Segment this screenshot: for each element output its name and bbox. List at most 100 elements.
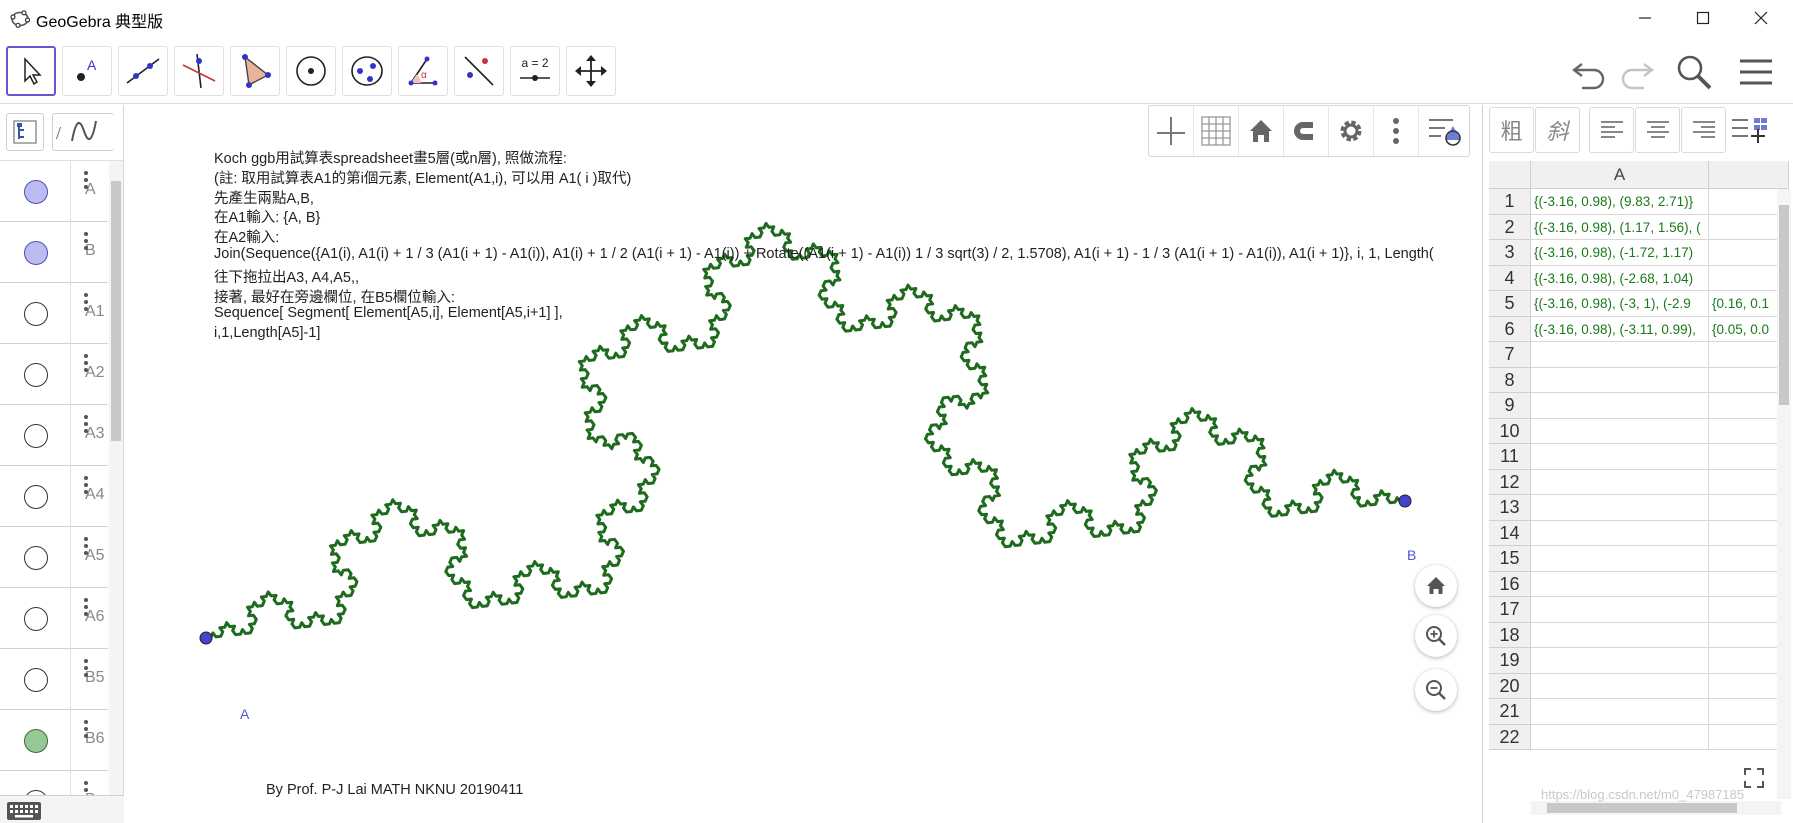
visibility-toggle[interactable] [24, 241, 48, 265]
algebra-item[interactable]: B6 [0, 710, 108, 771]
keyboard-icon[interactable] [6, 800, 42, 822]
cell-a[interactable]: {(-3.16, 0.98), (9.83, 2.71)} [1531, 189, 1709, 215]
italic-button[interactable]: 斜 [1535, 107, 1580, 153]
item-menu-icon[interactable] [84, 476, 90, 500]
algebra-sort-button[interactable] [6, 113, 44, 151]
row-header[interactable]: 10 [1489, 418, 1531, 444]
cell-a[interactable] [1531, 546, 1709, 572]
home-view-button[interactable] [1415, 565, 1457, 607]
redo-button[interactable] [1614, 50, 1658, 94]
align-center-button[interactable] [1635, 107, 1680, 153]
graphics-settings-button[interactable] [1329, 106, 1374, 156]
minimize-button[interactable] [1617, 0, 1673, 36]
point-tool[interactable]: A [62, 46, 112, 96]
row-header[interactable]: 14 [1489, 520, 1531, 546]
algebra-item[interactable]: B [0, 222, 108, 283]
ellipse-tool[interactable] [342, 46, 392, 96]
spreadsheet-perspective-button[interactable] [1727, 107, 1772, 153]
cell-a[interactable] [1531, 673, 1709, 699]
item-menu-icon[interactable] [84, 720, 90, 744]
bold-button[interactable]: 粗 [1489, 107, 1534, 153]
item-menu-icon[interactable] [84, 598, 90, 622]
row-header[interactable]: 1 [1489, 189, 1531, 215]
algebra-item[interactable]: A1 [0, 283, 108, 344]
visibility-toggle[interactable] [24, 180, 48, 204]
toggle-grid-button[interactable] [1194, 106, 1239, 156]
algebra-item[interactable]: A4 [0, 466, 108, 527]
point-b[interactable] [1398, 494, 1412, 508]
row-header[interactable]: 19 [1489, 648, 1531, 674]
circle-center-tool[interactable] [286, 46, 336, 96]
cell-a[interactable]: {(-3.16, 0.98), (-3, 1), (-2.9 [1531, 291, 1709, 317]
corner-header[interactable] [1489, 161, 1531, 189]
point-a[interactable] [199, 631, 213, 645]
row-header[interactable]: 17 [1489, 597, 1531, 623]
row-header[interactable]: 4 [1489, 265, 1531, 291]
zoom-in-button[interactable] [1415, 615, 1457, 657]
cell-a[interactable] [1531, 520, 1709, 546]
cell-a[interactable] [1531, 342, 1709, 368]
row-header[interactable]: 13 [1489, 495, 1531, 521]
standard-view-button[interactable] [1239, 106, 1284, 156]
row-header[interactable]: 8 [1489, 367, 1531, 393]
cell-a[interactable] [1531, 418, 1709, 444]
algebra-item[interactable]: A3 [0, 405, 108, 466]
spreadsheet-horizontal-scrollbar[interactable] [1531, 801, 1781, 815]
cell-a[interactable]: {(-3.16, 0.98), (-2.68, 1.04) [1531, 265, 1709, 291]
visibility-toggle[interactable] [24, 302, 48, 326]
item-menu-icon[interactable] [84, 354, 90, 378]
align-right-button[interactable] [1681, 107, 1726, 153]
align-left-button[interactable] [1589, 107, 1634, 153]
reflect-tool[interactable] [454, 46, 504, 96]
line-tool[interactable] [118, 46, 168, 96]
koch-curve-canvas[interactable] [125, 105, 1482, 823]
spreadsheet-vertical-scrollbar[interactable] [1777, 189, 1791, 799]
visibility-toggle[interactable] [24, 485, 48, 509]
algebra-item[interactable]: A [0, 161, 108, 222]
algebra-item[interactable]: A2 [0, 344, 108, 405]
visibility-toggle[interactable] [24, 668, 48, 692]
item-menu-icon[interactable] [84, 537, 90, 561]
row-header[interactable]: 21 [1489, 699, 1531, 725]
cell-a[interactable] [1531, 724, 1709, 750]
close-button[interactable] [1733, 0, 1789, 36]
visibility-toggle[interactable] [24, 607, 48, 631]
cell-a[interactable] [1531, 393, 1709, 419]
angle-tool[interactable]: α [398, 46, 448, 96]
graphics-view[interactable]: Koch ggb用試算表spreadsheet畫5層(或n層), 照做流程: (註… [125, 105, 1482, 823]
fullscreen-button[interactable] [1739, 763, 1769, 793]
row-header[interactable]: 3 [1489, 240, 1531, 266]
point-capturing-button[interactable] [1284, 106, 1329, 156]
cell-a[interactable] [1531, 495, 1709, 521]
polygon-tool[interactable] [230, 46, 280, 96]
cell-a[interactable] [1531, 367, 1709, 393]
row-header[interactable]: 15 [1489, 546, 1531, 572]
row-header[interactable]: 7 [1489, 342, 1531, 368]
cell-a[interactable]: {(-3.16, 0.98), (1.17, 1.56), ( [1531, 214, 1709, 240]
row-header[interactable]: 18 [1489, 622, 1531, 648]
move-graphics-tool[interactable] [566, 46, 616, 96]
row-header[interactable]: 16 [1489, 571, 1531, 597]
cell-a[interactable]: {(-3.16, 0.98), (-3.11, 0.99), [1531, 316, 1709, 342]
cell-a[interactable] [1531, 469, 1709, 495]
visibility-toggle[interactable] [24, 424, 48, 448]
move-tool[interactable] [6, 46, 56, 96]
item-menu-icon[interactable] [84, 415, 90, 439]
item-menu-icon[interactable] [84, 232, 90, 256]
spreadsheet-grid[interactable]: A 1 {(-3.16, 0.98), (9.83, 2.71)} 2 {(-3.16… [1489, 161, 1789, 823]
perspectives-button[interactable] [1419, 106, 1469, 156]
row-header[interactable]: 12 [1489, 469, 1531, 495]
item-menu-icon[interactable] [84, 171, 90, 195]
row-header[interactable]: 9 [1489, 393, 1531, 419]
column-header-b[interactable] [1709, 161, 1789, 189]
undo-button[interactable] [1568, 50, 1612, 94]
algebra-item[interactable]: B5 [0, 649, 108, 710]
cell-a[interactable] [1531, 571, 1709, 597]
zoom-out-button[interactable] [1415, 669, 1457, 711]
algebra-item[interactable]: A5 [0, 527, 108, 588]
toggle-axes-button[interactable] [1149, 106, 1194, 156]
row-header[interactable]: 2 [1489, 214, 1531, 240]
row-header[interactable]: 22 [1489, 724, 1531, 750]
more-options-button[interactable] [1374, 106, 1419, 156]
perpendicular-line-tool[interactable] [174, 46, 224, 96]
